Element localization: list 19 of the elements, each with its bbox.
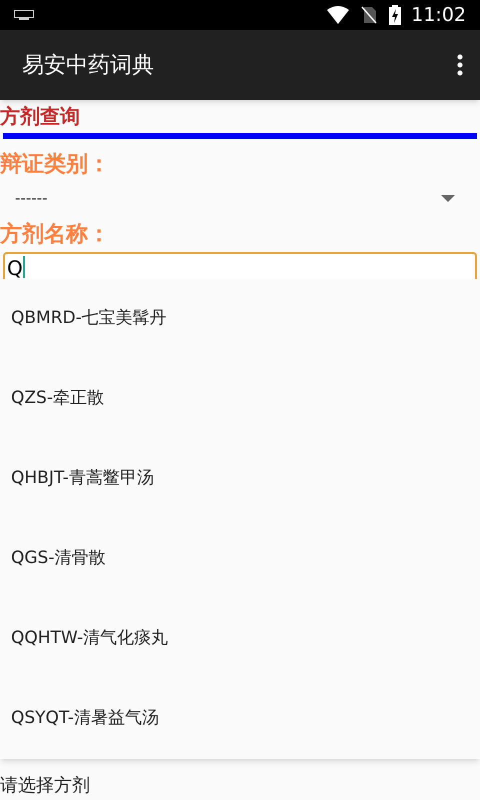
suggestion-item[interactable]: QZS-牵正散: [0, 359, 480, 439]
battery-charging-icon: [389, 5, 402, 25]
suggestion-item[interactable]: QGS-清骨散: [0, 519, 480, 599]
more-options-icon[interactable]: [456, 54, 464, 76]
keyboard-icon: [14, 10, 34, 20]
suggestion-item[interactable]: QSYQT-清暑益气汤: [0, 679, 480, 759]
suggestion-item[interactable]: QQHTW-清气化痰丸: [0, 599, 480, 679]
suggestion-item[interactable]: QBMRD-七宝美髯丹: [0, 279, 480, 359]
no-sim-icon: [361, 6, 378, 24]
category-dropdown[interactable]: ------: [0, 181, 480, 215]
dropdown-arrow-icon: [441, 194, 455, 202]
suggestion-item[interactable]: QHBJT-青蒿鳖甲汤: [0, 439, 480, 519]
wifi-icon: [327, 6, 350, 24]
clock: 11:02: [411, 2, 466, 28]
category-label: 辩证类别：: [0, 150, 110, 179]
app-title: 易安中药词典: [22, 52, 155, 80]
text-cursor: [22, 256, 25, 278]
name-input-field[interactable]: Q: [3, 252, 477, 279]
footer-text: 请选择方剂: [0, 774, 90, 798]
